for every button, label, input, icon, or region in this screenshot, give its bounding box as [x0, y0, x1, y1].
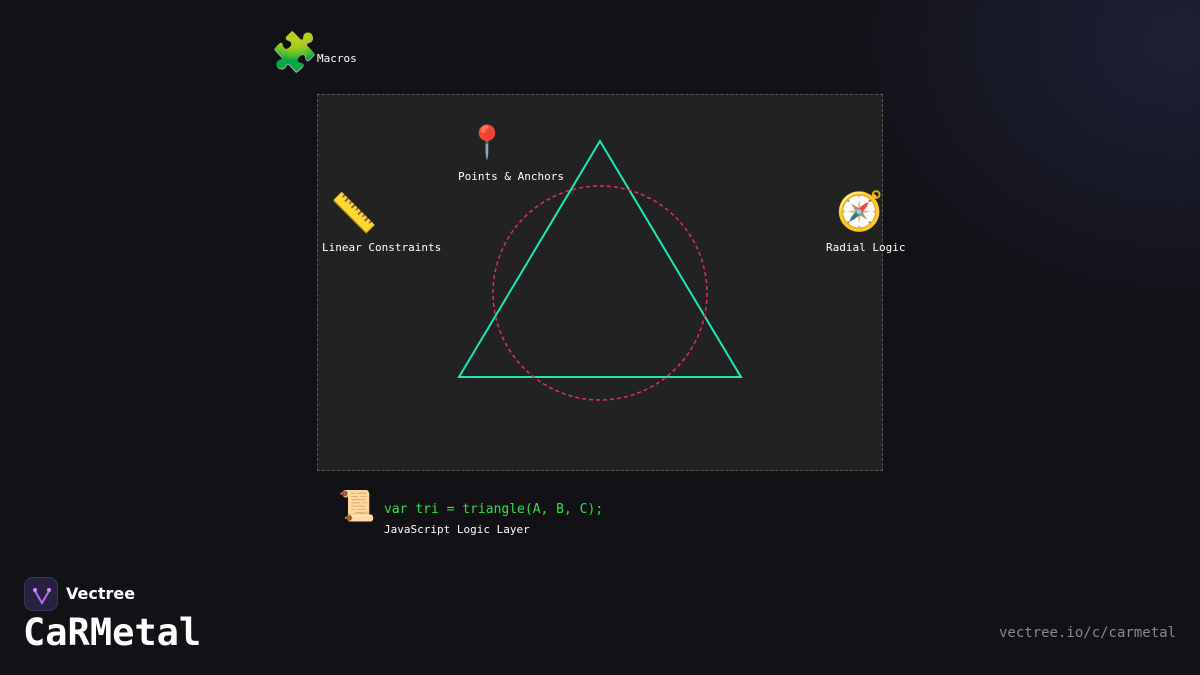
points-anchors-label: Points & Anchors: [458, 170, 564, 183]
geometry-canvas: [317, 94, 883, 471]
product-url[interactable]: vectree.io/c/carmetal: [999, 625, 1176, 641]
scroll-icon: 📜: [338, 489, 376, 524]
radial-logic-label: Radial Logic: [826, 241, 906, 254]
vectree-logo-icon: [24, 577, 58, 611]
compass-icon: 🧭: [836, 189, 884, 233]
brand-name: Vectree: [66, 584, 136, 603]
code-snippet: var tri = triangle(A, B, C);: [384, 502, 604, 517]
code-caption: JavaScript Logic Layer: [384, 523, 530, 536]
product-title: CaRMetal: [23, 611, 202, 654]
linear-constraints-label: Linear Constraints: [322, 241, 442, 254]
ruler-icon: 📏: [330, 191, 378, 235]
puzzle-icon: 🧩: [271, 30, 319, 74]
macros-label: Macros: [317, 52, 357, 65]
pin-icon: 📍: [467, 123, 507, 161]
